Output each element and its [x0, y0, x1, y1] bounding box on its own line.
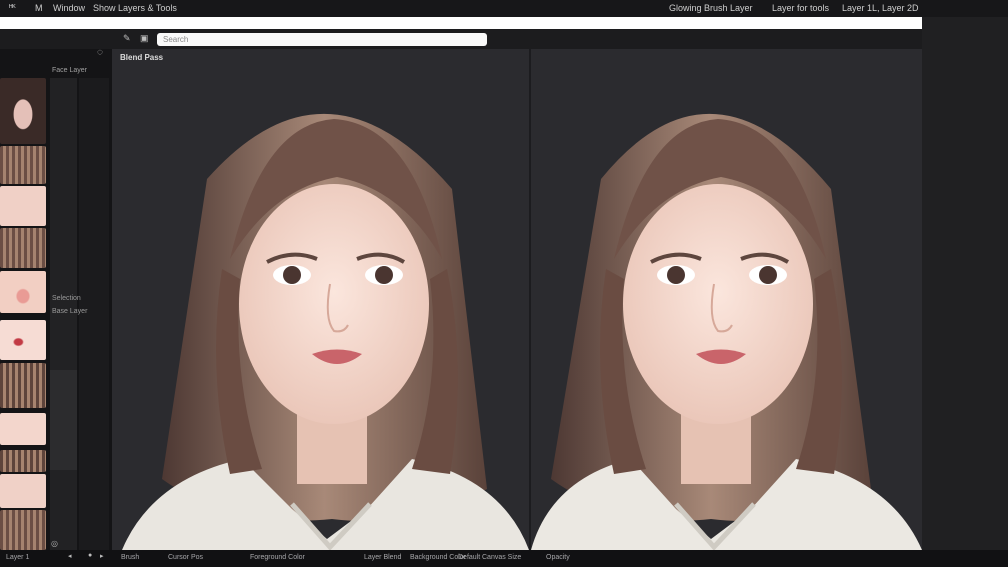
thumbnail-face[interactable]: [0, 78, 46, 144]
search-input[interactable]: Search: [157, 33, 487, 46]
portrait-left: [122, 113, 529, 550]
sidebar-text-base-layer: Base Layer: [52, 308, 88, 315]
main-canvas[interactable]: Blend Pass: [112, 49, 922, 550]
portrait-right: [531, 113, 922, 550]
layers-icon[interactable]: ▣: [140, 33, 149, 44]
layer-thumbnails: [0, 78, 48, 550]
split-divider[interactable]: [529, 49, 531, 550]
thumbnail-skin-2[interactable]: [0, 271, 46, 313]
sidebar-header-label: Face Layer: [52, 67, 88, 74]
status-foreground: Foreground Color: [250, 554, 305, 561]
add-layer-icon[interactable]: ◎: [51, 539, 58, 548]
status-blend: Layer Blend: [364, 554, 402, 561]
status-canvas-size: Canvas Size: [482, 554, 522, 561]
status-brush: Brush: [121, 554, 140, 561]
sidebar-text-selection: Selection: [52, 295, 81, 302]
dot-icon[interactable]: ●: [88, 552, 92, 559]
face: [239, 184, 429, 424]
layer-strip-highlight[interactable]: [50, 370, 77, 470]
thumbnail-skin-1[interactable]: [0, 186, 46, 226]
arrow-left-icon[interactable]: ◂: [68, 552, 72, 560]
gear-icon[interactable]: ◌: [97, 47, 103, 58]
face: [623, 184, 813, 424]
brush-icon[interactable]: ✎: [123, 33, 131, 44]
thumbnail-hair-4[interactable]: [0, 450, 46, 472]
thumbnail-skin-3[interactable]: [0, 413, 46, 445]
thumbnail-hair-2[interactable]: [0, 228, 46, 268]
menu-m[interactable]: M: [35, 3, 43, 13]
thumbnail-hair-1[interactable]: [0, 146, 46, 184]
right-panel: [922, 17, 1008, 567]
thumbnail-lips[interactable]: [0, 320, 46, 360]
menu-right-a[interactable]: Glowing Brush Layer: [669, 3, 753, 13]
menu-right-c[interactable]: Layer 1L, Layer 2D: [842, 3, 919, 13]
status-default: Default: [458, 554, 481, 561]
arrow-right-icon[interactable]: ▸: [100, 552, 104, 560]
thumbnail-hair-5[interactable]: [0, 510, 46, 550]
status-opacity: Opacity: [546, 554, 570, 561]
sidebar-header: Face Layer: [0, 49, 112, 74]
status-bar: Layer 1 ◂ ● ▸ Brush Cursor Pos Foregroun…: [0, 550, 1008, 567]
window-title: Show Layers & Tools: [93, 3, 177, 13]
address-strip[interactable]: [0, 17, 922, 29]
status-layer: Layer 1: [6, 554, 30, 561]
status-cursor: Cursor Pos: [168, 554, 204, 561]
app-logo[interactable]: ᴴᴷ: [9, 3, 16, 12]
thumbnail-skin-4[interactable]: [0, 474, 46, 508]
menubar: ᴴᴷ M Window Show Layers & Tools Glowing …: [0, 0, 1008, 17]
thumbnail-hair-3[interactable]: [0, 363, 46, 408]
menu-window[interactable]: Window: [53, 3, 85, 13]
menu-right-b[interactable]: Layer for tools: [772, 3, 829, 13]
